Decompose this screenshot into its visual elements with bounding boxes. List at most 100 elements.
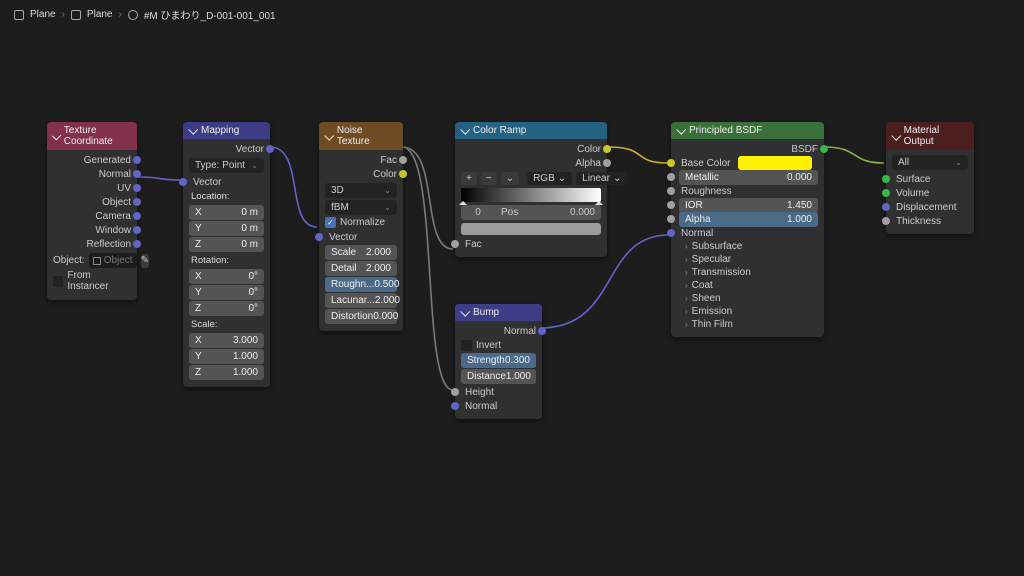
dim-select[interactable]: 3D⌄ (325, 183, 397, 198)
socket-out[interactable] (266, 145, 274, 153)
socket-in[interactable] (882, 175, 890, 183)
sec-sheen[interactable]: ›Sheen (671, 292, 824, 305)
from-instancer-checkbox[interactable] (53, 276, 63, 287)
socket-in[interactable] (667, 201, 675, 209)
ramp-mode[interactable]: Linear⌄ (576, 172, 627, 185)
breadcrumb[interactable]: Plane › Plane › #M ひまわり_D-001-001_001 (14, 7, 276, 22)
socket-in[interactable] (667, 229, 675, 237)
ramp-pos-field[interactable]: Pos0.000 (495, 205, 601, 220)
socket-volume: Volume (896, 188, 929, 199)
node-texture-coordinate[interactable]: Texture Coordinate Generated Normal UV O… (47, 122, 137, 300)
socket-out[interactable] (820, 145, 828, 153)
scale-x[interactable]: X3.000 (189, 333, 264, 348)
roughness-field[interactable]: Roughn...0.500 (325, 277, 397, 292)
ramp-stop-index[interactable]: 0 (461, 205, 495, 220)
socket-out[interactable] (603, 145, 611, 153)
value: 1.000 (233, 351, 258, 362)
socket-out[interactable] (133, 240, 141, 248)
object-field[interactable]: Object (89, 253, 137, 268)
ramp-add[interactable]: + (461, 172, 477, 185)
ramp-menu[interactable]: ⌄ (501, 172, 519, 185)
sec-thinfilm[interactable]: ›Thin Film (671, 318, 824, 331)
lacunarity-field[interactable]: Lacunar...2.000 (325, 293, 397, 308)
node-header[interactable]: Principled BSDF (671, 122, 824, 139)
type-select[interactable]: Type: Point⌄ (189, 158, 264, 173)
socket-in[interactable] (315, 233, 323, 241)
invert-checkbox[interactable] (461, 340, 472, 351)
detail-field[interactable]: Detail2.000 (325, 261, 397, 276)
socket-in[interactable] (882, 189, 890, 197)
node-header[interactable]: Noise Texture (319, 122, 403, 150)
sec-subsurface[interactable]: ›Subsurface (671, 240, 824, 253)
socket-out[interactable] (133, 170, 141, 178)
scale-y[interactable]: Y1.000 (189, 349, 264, 364)
rot-y[interactable]: Y0° (189, 285, 264, 300)
socket-in[interactable] (667, 159, 675, 167)
rot-z[interactable]: Z0° (189, 301, 264, 316)
node-principled-bsdf[interactable]: Principled BSDF BSDF Base Color Metallic… (671, 122, 824, 337)
loc-z[interactable]: Z0 m (189, 237, 264, 252)
scale-z[interactable]: Z1.000 (189, 365, 264, 380)
ramp-interp[interactable]: RGB⌄ (527, 172, 572, 185)
sec-coat[interactable]: ›Coat (671, 279, 824, 292)
socket-out[interactable] (603, 159, 611, 167)
node-header[interactable]: Bump (455, 304, 542, 321)
socket-out[interactable] (133, 212, 141, 220)
sec-emission[interactable]: ›Emission (671, 305, 824, 318)
node-material-output[interactable]: Material Output All⌄ Surface Volume Disp… (886, 122, 974, 234)
alpha-field[interactable]: Alpha1.000 (679, 212, 818, 227)
socket-in[interactable] (882, 203, 890, 211)
normalize-checkbox[interactable]: ✓ (325, 217, 336, 228)
chevron-right-icon: › (685, 242, 688, 251)
socket-in[interactable] (451, 240, 459, 248)
ramp-color-swatch[interactable] (461, 223, 601, 235)
node-mapping[interactable]: Mapping Vector Type: Point⌄ Vector Locat… (183, 122, 270, 387)
socket-out[interactable] (133, 156, 141, 164)
socket-in[interactable] (451, 388, 459, 396)
distance-field[interactable]: Distance1.000 (461, 369, 536, 384)
node-color-ramp[interactable]: Color Ramp Color Alpha + − ⌄ RGB⌄ Linear… (455, 122, 607, 257)
node-noise-texture[interactable]: Noise Texture Fac Color 3D⌄ fBM⌄ ✓Normal… (319, 122, 403, 331)
metallic-field[interactable]: Metallic0.000 (679, 170, 818, 185)
socket-out[interactable] (133, 198, 141, 206)
ramp-remove[interactable]: − (481, 172, 497, 185)
chevron-right-icon: › (685, 294, 688, 303)
base-color-swatch[interactable] (738, 156, 812, 170)
value: 0° (248, 287, 258, 298)
sec-specular[interactable]: ›Specular (671, 253, 824, 266)
distortion-field[interactable]: Distortion0.000 (325, 309, 397, 324)
sec-transmission[interactable]: ›Transmission (671, 266, 824, 279)
rot-x[interactable]: X0° (189, 269, 264, 284)
prop-name: Alpha (685, 214, 711, 225)
section-label: Specular (692, 254, 731, 265)
node-header[interactable]: Texture Coordinate (47, 122, 137, 150)
mode-select[interactable]: fBM⌄ (325, 200, 397, 215)
chevron-right-icon: › (685, 307, 688, 316)
socket-out[interactable] (399, 156, 407, 164)
socket-in[interactable] (667, 215, 675, 223)
node-bump[interactable]: Bump Normal Invert Strength0.300 Distanc… (455, 304, 542, 419)
target-select[interactable]: All⌄ (892, 155, 968, 170)
scale-field[interactable]: Scale2.000 (325, 245, 397, 260)
socket-in[interactable] (451, 402, 459, 410)
ramp-gradient[interactable] (461, 188, 601, 202)
loc-x[interactable]: X0 m (189, 205, 264, 220)
strength-field[interactable]: Strength0.300 (461, 353, 536, 368)
socket-in[interactable] (667, 187, 675, 195)
node-header[interactable]: Mapping (183, 122, 270, 139)
socket-out[interactable] (133, 184, 141, 192)
socket-out[interactable] (538, 327, 546, 335)
socket-in[interactable] (882, 217, 890, 225)
socket-in[interactable] (667, 173, 675, 181)
axis: Y (195, 223, 202, 234)
ior-field[interactable]: IOR1.450 (679, 198, 818, 213)
value: 0 m (241, 207, 258, 218)
eyedropper-icon[interactable]: ✎ (141, 254, 149, 268)
socket-out[interactable] (399, 170, 407, 178)
prop-name: Metallic (685, 172, 719, 183)
node-header[interactable]: Color Ramp (455, 122, 607, 139)
loc-y[interactable]: Y0 m (189, 221, 264, 236)
socket-out[interactable] (133, 226, 141, 234)
node-header[interactable]: Material Output (886, 122, 974, 150)
socket-in[interactable] (179, 178, 187, 186)
